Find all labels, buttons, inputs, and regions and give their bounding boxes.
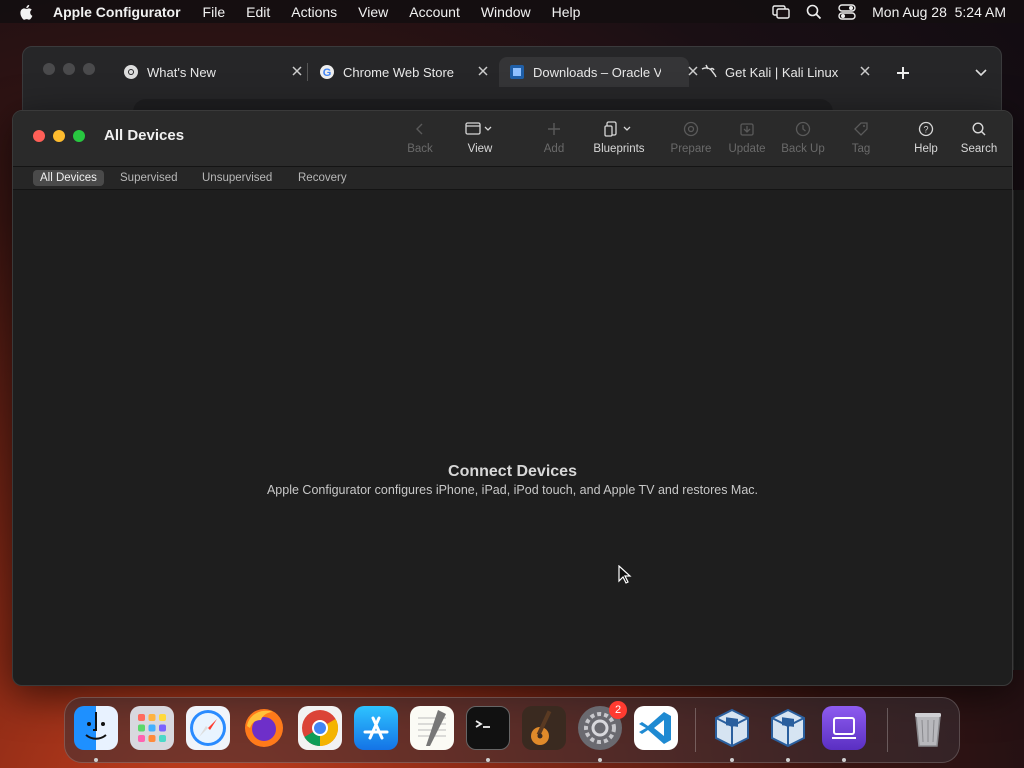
virtualbox-icon[interactable] bbox=[710, 706, 754, 750]
menu-edit[interactable]: Edit bbox=[246, 4, 270, 20]
menu-account[interactable]: Account bbox=[409, 4, 460, 20]
window-toolbar: All Devices Back View Add Blueprints Pre… bbox=[13, 111, 1012, 167]
view-button[interactable]: View bbox=[450, 121, 510, 155]
configurator-window: All Devices Back View Add Blueprints Pre… bbox=[12, 110, 1013, 686]
apple-configurator-icon[interactable] bbox=[822, 706, 866, 750]
close-icon[interactable] bbox=[291, 65, 303, 77]
app-store-icon[interactable] bbox=[354, 706, 398, 750]
menu-actions[interactable]: Actions bbox=[291, 4, 337, 20]
search-icon bbox=[972, 122, 986, 136]
empty-state-title: Connect Devices bbox=[448, 463, 577, 480]
menu-file[interactable]: File bbox=[203, 4, 226, 20]
vscode-icon[interactable] bbox=[634, 706, 678, 750]
chrome-window-controls bbox=[43, 63, 95, 75]
chrome-icon[interactable] bbox=[298, 706, 342, 750]
backup-icon bbox=[795, 121, 811, 137]
new-tab-icon[interactable] bbox=[896, 66, 910, 80]
window-controls bbox=[33, 130, 85, 142]
browser-tab-get-kali[interactable]: Get Kali | Kali Linux bbox=[701, 57, 871, 87]
dock: 2 bbox=[64, 697, 960, 763]
filter-recovery[interactable]: Recovery bbox=[291, 170, 354, 186]
update-icon bbox=[740, 123, 754, 136]
menu-window[interactable]: Window bbox=[481, 4, 531, 20]
textedit-icon[interactable] bbox=[410, 706, 454, 750]
view-window-icon bbox=[465, 122, 492, 135]
safari-icon[interactable] bbox=[186, 706, 230, 750]
add-button[interactable]: Add bbox=[524, 121, 584, 155]
close-icon[interactable] bbox=[687, 65, 699, 77]
empty-state-subtitle: Apple Configurator configures iPhone, iP… bbox=[266, 483, 759, 497]
notification-badge: 2 bbox=[609, 701, 627, 719]
tab-label: What's New bbox=[147, 64, 216, 80]
help-icon: ? bbox=[918, 121, 934, 137]
filter-supervised[interactable]: Supervised bbox=[113, 170, 185, 186]
launchpad-icon[interactable] bbox=[130, 706, 174, 750]
mouse-cursor-icon bbox=[618, 565, 632, 584]
system-settings-icon[interactable]: 2 bbox=[578, 701, 627, 750]
tab-label: Get Kali | Kali Linux bbox=[725, 64, 839, 80]
filter-unsupervised[interactable]: Unsupervised bbox=[195, 170, 279, 186]
chrome-icon bbox=[124, 65, 138, 79]
help-button[interactable]: ? Help bbox=[896, 121, 956, 155]
svg-text:G: G bbox=[323, 67, 332, 79]
back-button[interactable]: Back bbox=[390, 121, 450, 155]
tag-icon bbox=[854, 122, 868, 136]
menu-help[interactable]: Help bbox=[552, 4, 581, 20]
apple-logo-icon[interactable] bbox=[18, 4, 36, 20]
menu-clock[interactable]: Mon Aug 28 5:24 AM bbox=[872, 4, 1006, 20]
kali-icon bbox=[701, 64, 717, 78]
search-button[interactable]: Search bbox=[949, 121, 1009, 155]
close-window-button[interactable] bbox=[33, 130, 45, 142]
filter-all-devices[interactable]: All Devices bbox=[33, 170, 104, 186]
tab-label: Chrome Web Store bbox=[343, 64, 455, 80]
tag-button[interactable]: Tag bbox=[831, 121, 891, 155]
browser-tab-downloads-oracle[interactable]: Downloads – Oracle V bbox=[499, 57, 698, 87]
prepare-icon bbox=[683, 121, 699, 137]
screen-mirroring-icon[interactable] bbox=[772, 4, 790, 19]
filter-bar: All Devices Supervised Unsupervised Reco… bbox=[13, 167, 1012, 190]
minimize-window-button[interactable] bbox=[53, 130, 65, 142]
chevron-left-icon bbox=[416, 123, 423, 135]
chevron-down-icon[interactable] bbox=[975, 69, 987, 77]
close-icon[interactable] bbox=[859, 65, 871, 77]
browser-tab-whats-new[interactable]: What's New bbox=[123, 57, 303, 87]
blueprints-icon bbox=[604, 121, 631, 137]
virtualbox-vm-icon[interactable] bbox=[766, 706, 810, 750]
close-icon[interactable] bbox=[477, 65, 489, 77]
terminal-icon[interactable] bbox=[466, 706, 510, 750]
backup-button[interactable]: Back Up bbox=[773, 121, 833, 155]
update-button[interactable]: Update bbox=[717, 121, 777, 155]
garageband-icon[interactable] bbox=[522, 706, 566, 750]
window-title: All Devices bbox=[104, 127, 185, 144]
plus-icon bbox=[548, 123, 560, 135]
prepare-button[interactable]: Prepare bbox=[661, 121, 721, 155]
menu-view[interactable]: View bbox=[358, 4, 388, 20]
trash-icon[interactable] bbox=[906, 706, 950, 750]
blueprints-button[interactable]: Blueprints bbox=[589, 121, 649, 155]
browser-tab-chrome-web-store[interactable]: G Chrome Web Store bbox=[319, 57, 489, 87]
svg-text:?: ? bbox=[923, 125, 928, 135]
zoom-window-button[interactable] bbox=[73, 130, 85, 142]
tab-label: Downloads – Oracle V bbox=[533, 64, 661, 80]
virtualbox-icon bbox=[510, 65, 524, 79]
menu-app-name[interactable]: Apple Configurator bbox=[53, 4, 181, 20]
finder-icon[interactable] bbox=[74, 706, 118, 750]
google-icon: G bbox=[320, 65, 334, 79]
background-window-edge bbox=[1013, 190, 1024, 670]
control-center-icon[interactable] bbox=[838, 3, 856, 20]
spotlight-search-icon[interactable] bbox=[806, 4, 822, 20]
firefox-icon[interactable] bbox=[242, 706, 286, 750]
menu-bar: Apple Configurator File Edit Actions Vie… bbox=[0, 0, 1024, 23]
